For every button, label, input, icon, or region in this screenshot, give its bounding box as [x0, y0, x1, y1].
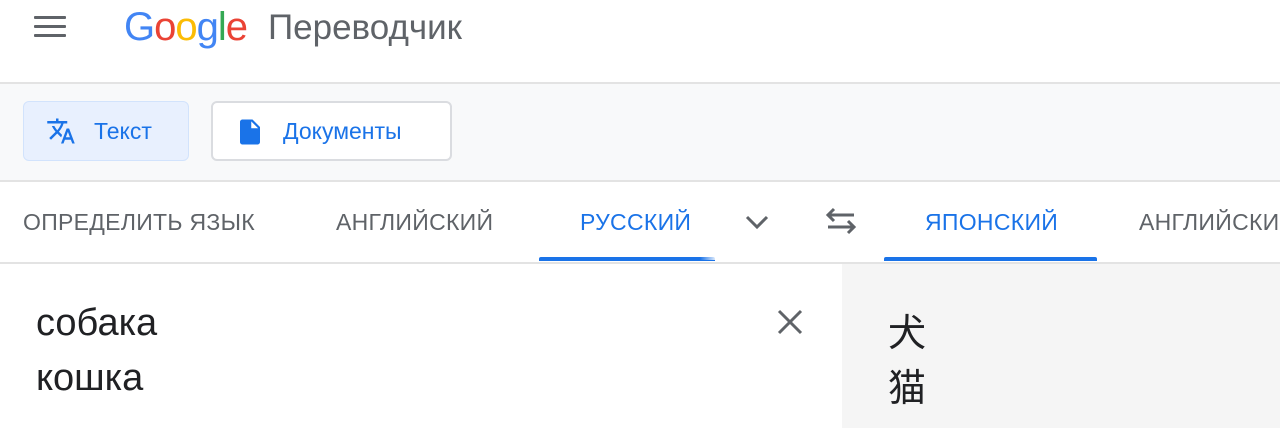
language-bar: ОПРЕДЕЛИТЬ ЯЗЫК АНГЛИЙСКИЙ РУССКИЙ ЯПОНС… [0, 182, 1280, 264]
target-lang-english[interactable]: АНГЛИЙСКИ [1139, 209, 1280, 236]
source-text-line[interactable]: собака [36, 302, 157, 345]
translation-line: 猫 [888, 366, 927, 410]
source-lang-english[interactable]: АНГЛИЙСКИЙ [336, 209, 493, 236]
source-text-line[interactable]: кошка [36, 357, 143, 400]
target-lang-japanese[interactable]: ЯПОНСКИЙ [925, 209, 1058, 236]
source-text-panel[interactable] [0, 264, 842, 428]
translate-icon [47, 118, 75, 144]
target-lang-active-indicator [884, 257, 1097, 261]
documents-mode-button[interactable]: Документы [211, 101, 452, 161]
product-name: Переводчик [268, 8, 462, 47]
source-lang-russian[interactable]: РУССКИЙ [580, 209, 691, 236]
hamburger-bar [34, 16, 66, 19]
tab-fade-overlay [700, 182, 718, 260]
swap-languages-icon[interactable] [824, 206, 858, 236]
mode-toolbar: Текст Документы [0, 84, 1280, 182]
text-mode-button[interactable]: Текст [23, 101, 189, 161]
google-logo[interactable]: Google [124, 5, 248, 50]
clear-text-icon[interactable] [774, 306, 806, 338]
chevron-down-icon[interactable] [743, 212, 771, 232]
main-menu-button[interactable] [30, 12, 70, 42]
text-mode-label: Текст [94, 117, 152, 144]
document-icon [240, 119, 260, 145]
hamburger-bar [34, 34, 66, 37]
documents-mode-label: Документы [283, 117, 402, 144]
source-lang-active-indicator [539, 257, 715, 261]
translation-line: 犬 [888, 311, 927, 355]
hamburger-bar [34, 25, 66, 28]
source-lang-detect[interactable]: ОПРЕДЕЛИТЬ ЯЗЫК [23, 209, 255, 236]
app-header: Google Переводчик [0, 0, 1280, 84]
